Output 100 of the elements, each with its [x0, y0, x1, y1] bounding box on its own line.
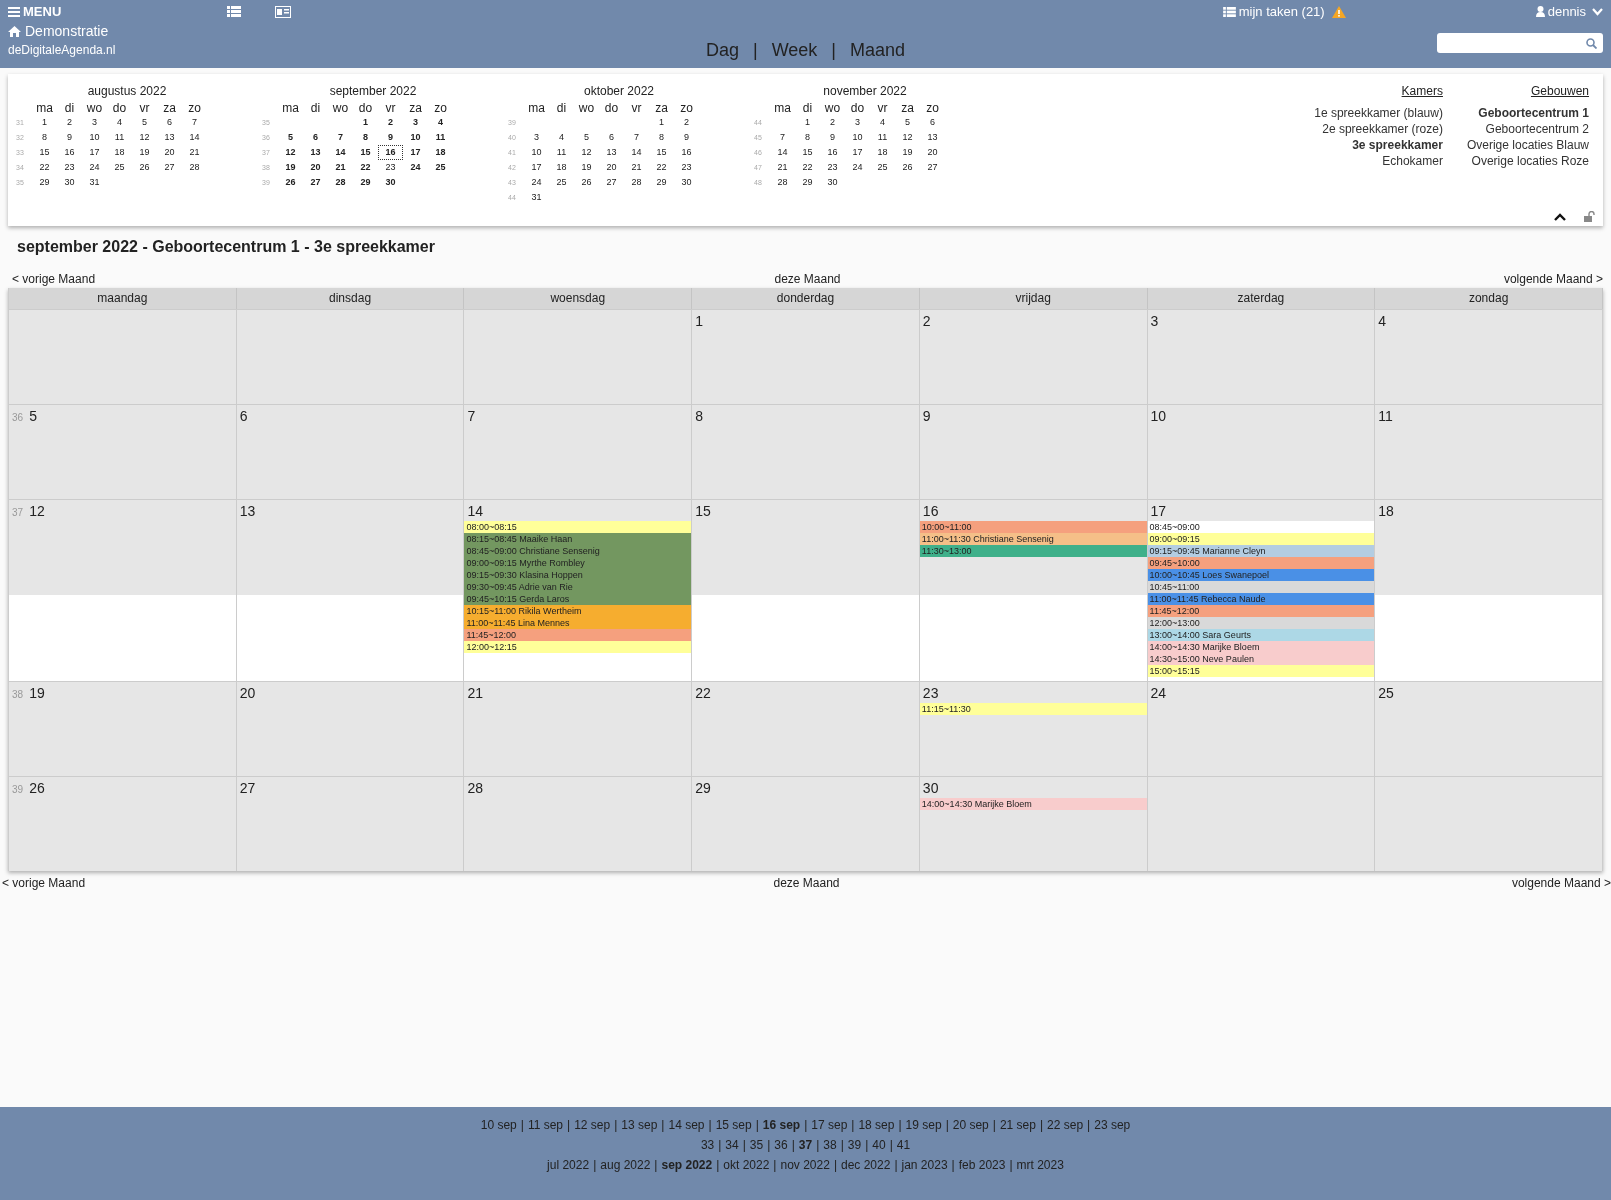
calendar-day[interactable]: 20 [599, 160, 624, 175]
calendar-day[interactable]: 9 [674, 130, 699, 145]
appointment[interactable]: 14:30~15:00 Neve Paulen [1147, 653, 1375, 665]
user-menu[interactable]: dennis [1535, 4, 1603, 19]
period-link[interactable]: aug 2022 [600, 1158, 651, 1172]
calendar-day[interactable]: 15 [795, 145, 820, 160]
filter-item[interactable]: Echokamer [1382, 153, 1443, 169]
appointment[interactable]: 15:00~15:15 [1147, 665, 1375, 677]
appointment[interactable]: 10:45~11:00 [1147, 581, 1375, 593]
calendar-day[interactable]: 31 [524, 190, 549, 205]
calendar-day[interactable]: 5 [278, 130, 303, 145]
calendar-day[interactable]: 27 [303, 175, 328, 190]
appointment[interactable]: 08:00~08:15 [464, 521, 692, 533]
calendar-day[interactable]: 18 [549, 160, 574, 175]
calendar-day[interactable]: 26 [278, 175, 303, 190]
appointment[interactable]: 08:45~09:00 Christiane Sensenig [464, 545, 692, 557]
appointment[interactable]: 09:45~10:15 Gerda Laros [464, 593, 692, 605]
calendar-day[interactable]: 24 [845, 160, 870, 175]
previous-month-link[interactable]: < vorige Maand [12, 272, 96, 286]
calendar-day[interactable]: 18 [428, 145, 453, 160]
calendar-day[interactable]: 17 [403, 145, 428, 160]
calendar-day[interactable]: 9 [378, 130, 403, 145]
appointment[interactable]: 11:45~12:00 [1147, 605, 1375, 617]
calendar-day[interactable]: 4 [428, 115, 453, 130]
calendar-day[interactable]: 14 [770, 145, 795, 160]
appointment[interactable]: 09:00~09:15 Myrthe Rombley [464, 557, 692, 569]
calendar-day[interactable]: 3 [524, 130, 549, 145]
period-link[interactable]: feb 2023 [958, 1158, 1006, 1172]
calendar-day[interactable]: 21 [770, 160, 795, 175]
calendar-day[interactable]: 13 [599, 145, 624, 160]
calendar-day[interactable]: 8 [353, 130, 378, 145]
calendar-day[interactable]: 23 [820, 160, 845, 175]
calendar-day[interactable]: 24 [524, 175, 549, 190]
appointment[interactable]: 09:30~09:45 Adrie van Rie [464, 581, 692, 593]
calendar-day[interactable]: 27 [157, 160, 182, 175]
appointment[interactable]: 11:00~11:30 Christiane Sensenig [919, 533, 1147, 545]
calendar-day[interactable]: 11 [549, 145, 574, 160]
appointment[interactable]: 14:00~14:30 Marijke Bloem [1147, 641, 1375, 653]
calendar-day[interactable]: 21 [182, 145, 207, 160]
appointment[interactable]: 10:15~11:00 Rikila Wertheim [464, 605, 692, 617]
calendar-day[interactable]: 17 [845, 145, 870, 160]
calendar-day[interactable]: 25 [549, 175, 574, 190]
menu-button[interactable]: MENU [8, 4, 62, 19]
period-link[interactable]: jul 2022 [547, 1158, 590, 1172]
period-link[interactable]: 40 [872, 1138, 886, 1152]
calendar-day[interactable]: 25 [870, 160, 895, 175]
filter-item[interactable]: 2e spreekkamer (roze) [1322, 121, 1443, 137]
calendar-day[interactable]: 9 [57, 130, 82, 145]
period-link[interactable]: 15 sep [715, 1118, 752, 1132]
filter-item[interactable]: Overige locaties Roze [1471, 153, 1589, 169]
calendar-day[interactable]: 19 [278, 160, 303, 175]
current-month-link[interactable]: deze Maand [774, 272, 841, 286]
contact-card-button[interactable] [275, 5, 292, 18]
appointment[interactable]: 09:00~09:15 [1147, 533, 1375, 545]
appointment[interactable]: 11:45~12:00 [464, 629, 692, 641]
calendar-day[interactable]: 26 [132, 160, 157, 175]
list-heading-link[interactable]: Gebouwen [1530, 84, 1589, 98]
view-tab[interactable]: Maand [850, 39, 906, 61]
calendar-day[interactable]: 14 [624, 145, 649, 160]
calendar-day[interactable]: 6 [303, 130, 328, 145]
appointment[interactable]: 09:15~09:30 Klasina Hoppen [464, 569, 692, 581]
calendar-day[interactable]: 10 [845, 130, 870, 145]
calendar-day[interactable]: 23 [378, 160, 403, 175]
appointment[interactable]: 11:00~11:45 Rebecca Naude [1147, 593, 1375, 605]
period-link[interactable]: 11 sep [527, 1118, 564, 1132]
calendar-day[interactable]: 3 [403, 115, 428, 130]
period-link[interactable]: 17 sep [811, 1118, 848, 1132]
appointment[interactable]: 08:45~09:00 [1147, 521, 1375, 533]
calendar-day[interactable]: 15 [649, 145, 674, 160]
period-link[interactable]: 35 [749, 1138, 764, 1152]
calendar-day[interactable]: 11 [870, 130, 895, 145]
search-field[interactable] [1437, 33, 1603, 53]
period-link[interactable]: 21 sep [999, 1118, 1036, 1132]
period-link[interactable]: 23 sep [1094, 1118, 1131, 1132]
period-link[interactable]: 37 [798, 1138, 813, 1152]
calendar-day[interactable]: 19 [132, 145, 157, 160]
calendar-day[interactable]: 9 [820, 130, 845, 145]
calendar-day[interactable]: 13 [157, 130, 182, 145]
period-link[interactable]: 14 sep [668, 1118, 705, 1132]
calendar-day[interactable]: 5 [574, 130, 599, 145]
calendar-day[interactable]: 10 [524, 145, 549, 160]
calendar-day[interactable]: 7 [624, 130, 649, 145]
appointment[interactable]: 12:00~12:15 [464, 641, 692, 653]
previous-month-link[interactable]: < vorige Maand [2, 876, 86, 890]
period-link[interactable]: mrt 2023 [1016, 1158, 1064, 1172]
calendar-day[interactable]: 3 [82, 115, 107, 130]
calendar-day[interactable]: 1 [353, 115, 378, 130]
calendar-day[interactable]: 28 [182, 160, 207, 175]
calendar-day[interactable]: 1 [32, 115, 57, 130]
calendar-day[interactable]: 13 [920, 130, 945, 145]
calendar-day[interactable]: 29 [649, 175, 674, 190]
lock-button[interactable] [1584, 211, 1595, 222]
calendar-day[interactable]: 25 [107, 160, 132, 175]
calendar-day[interactable]: 17 [524, 160, 549, 175]
calendar-day[interactable]: 30 [674, 175, 699, 190]
calendar-day[interactable]: 2 [378, 115, 403, 130]
view-tab[interactable]: Week [771, 39, 818, 61]
appointment[interactable]: 10:00~11:00 [919, 521, 1147, 533]
calendar-day[interactable]: 29 [32, 175, 57, 190]
appointment[interactable]: 11:15~11:30 [919, 703, 1147, 715]
